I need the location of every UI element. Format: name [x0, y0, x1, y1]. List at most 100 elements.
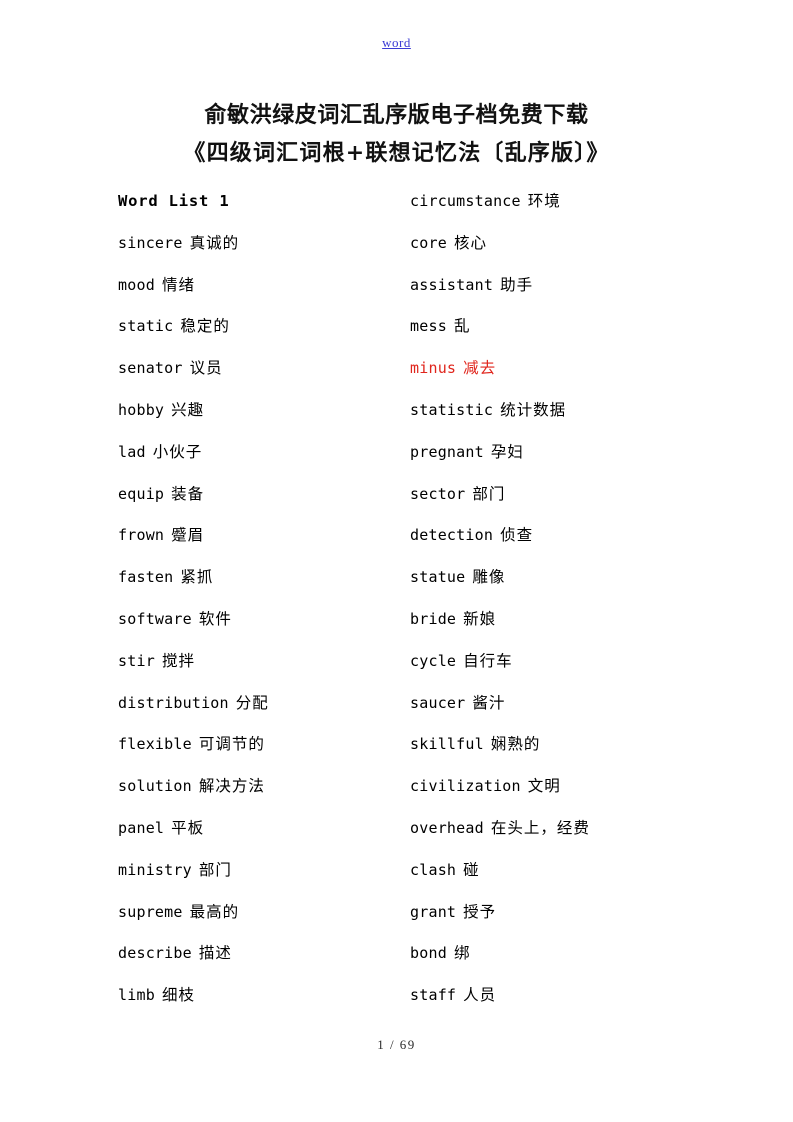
entry-gloss: 新娘 — [463, 609, 497, 628]
entry-gloss: 绑 — [453, 944, 471, 963]
entry-gloss: 文明 — [527, 777, 561, 796]
word-column-left: Word List 1 sincere 真诚的 mood 情绪 static 稳定的 sena… — [118, 186, 398, 1022]
entry-gloss: 统计数据 — [500, 400, 567, 419]
word-entry: detection 侦查 — [410, 520, 710, 562]
entry-gloss: 细枝 — [161, 986, 195, 1005]
entry-gloss: 乱 — [453, 317, 471, 336]
entry-term: bride — [410, 609, 457, 628]
entry-gloss: 解决方法 — [198, 777, 265, 796]
entry-term: limb — [118, 986, 155, 1005]
entry-term: Word List 1 — [118, 192, 230, 210]
entry-gloss: 小伙子 — [152, 442, 203, 461]
entry-gloss: 议员 — [189, 359, 223, 378]
entry-gloss: 兴趣 — [171, 400, 205, 419]
entry-term: minus — [410, 359, 457, 378]
document-title: 俞敏洪绿皮词汇乱序版电子档免费下载 《四级词汇词根+联想记忆法〔乱序版〕》 — [0, 96, 793, 172]
entry-gloss: 软件 — [198, 609, 232, 628]
entry-term: lad — [118, 442, 146, 461]
word-entry: minus 减去 — [410, 353, 710, 395]
entry-term: statistic — [410, 400, 494, 419]
entry-gloss: 部门 — [472, 484, 506, 503]
entry-gloss: 紧抓 — [180, 568, 214, 587]
entry-term: staff — [410, 986, 457, 1005]
word-entry: distribution 分配 — [118, 688, 398, 730]
word-entry: fasten 紧抓 — [118, 562, 398, 604]
entry-term: ministry — [118, 860, 192, 879]
entry-term: software — [118, 609, 192, 628]
entry-term: hobby — [118, 400, 165, 419]
entry-gloss: 真诚的 — [189, 233, 240, 252]
entry-term: bond — [410, 944, 447, 963]
entry-term: overhead — [410, 818, 484, 837]
title-line-2: 《四级词汇词根+联想记忆法〔乱序版〕》 — [183, 140, 610, 166]
word-entry: saucer 酱汁 — [410, 688, 710, 730]
word-column-right: circumstance 环境 core 核心 assistant 助手 mess 乱 minu… — [410, 186, 710, 1022]
entry-term: supreme — [118, 902, 183, 921]
word-entry: clash 碰 — [410, 855, 710, 897]
word-entry: hobby 兴趣 — [118, 395, 398, 437]
word-entry: staff 人员 — [410, 980, 710, 1022]
entry-term: grant — [410, 902, 457, 921]
word-entry: solution 解决方法 — [118, 771, 398, 813]
word-entry: circumstance 环境 — [410, 186, 710, 228]
entry-gloss: 部门 — [198, 860, 232, 879]
title-line-1: 俞敏洪绿皮词汇乱序版电子档免费下载 — [204, 102, 589, 128]
entry-gloss: 搅拌 — [161, 651, 195, 670]
entry-gloss: 侦查 — [500, 526, 534, 545]
entry-gloss: 蹙眉 — [171, 526, 205, 545]
word-entry: ministry 部门 — [118, 855, 398, 897]
word-entry: overhead 在头上，经费 — [410, 813, 710, 855]
entry-term: sincere — [118, 233, 183, 252]
entry-term: statue — [410, 568, 466, 587]
document-page: word 俞敏洪绿皮词汇乱序版电子档免费下载 《四级词汇词根+联想记忆法〔乱序版… — [0, 0, 793, 1122]
entry-term: distribution — [118, 693, 229, 712]
entry-term: describe — [118, 944, 192, 963]
word-entry: senator 议员 — [118, 353, 398, 395]
word-entry: assistant 助手 — [410, 270, 710, 312]
word-link[interactable]: word — [382, 35, 411, 50]
entry-gloss: 自行车 — [463, 651, 513, 670]
entry-gloss: 碰 — [463, 860, 480, 879]
word-entry: grant 授予 — [410, 897, 710, 939]
word-entry: core 核心 — [410, 228, 710, 270]
word-entry: static 稳定的 — [118, 311, 398, 353]
word-entry: mood 情绪 — [118, 270, 398, 312]
word-entry: equip 装备 — [118, 479, 398, 521]
entry-gloss: 核心 — [453, 233, 487, 252]
entry-term: skillful — [410, 735, 484, 754]
entry-term: saucer — [410, 693, 466, 712]
word-entry: civilization 文明 — [410, 771, 710, 813]
entry-gloss: 在头上，经费 — [490, 818, 590, 837]
entry-gloss: 娴熟的 — [490, 735, 541, 754]
entry-gloss: 减去 — [463, 359, 497, 378]
entry-term: assistant — [410, 275, 494, 294]
word-entry: describe 描述 — [118, 938, 398, 980]
entry-gloss: 人员 — [463, 986, 497, 1005]
entry-gloss: 装备 — [171, 484, 205, 503]
entry-gloss: 孕妇 — [490, 442, 524, 461]
entry-term: stir — [118, 651, 155, 670]
word-entry: mess 乱 — [410, 311, 710, 353]
entry-gloss: 可调节的 — [198, 735, 265, 754]
entry-term: mood — [118, 275, 155, 294]
word-entry: bond 绑 — [410, 938, 710, 980]
entry-term: mess — [410, 317, 447, 336]
entry-term: solution — [118, 777, 192, 796]
entry-term: fasten — [118, 568, 174, 587]
entry-gloss: 情绪 — [161, 275, 195, 294]
word-entry: sector 部门 — [410, 479, 710, 521]
entry-gloss: 描述 — [198, 944, 232, 963]
entry-gloss: 授予 — [463, 902, 497, 921]
entry-gloss: 助手 — [500, 275, 534, 294]
entry-gloss: 雕像 — [472, 568, 506, 587]
word-columns: Word List 1 sincere 真诚的 mood 情绪 static 稳定的 sena… — [0, 186, 793, 1016]
word-entry: lad 小伙子 — [118, 437, 398, 479]
entry-gloss: 酱汁 — [472, 693, 506, 712]
entry-term: sector — [410, 484, 466, 503]
word-list-heading: Word List 1 — [118, 186, 398, 228]
entry-term: civilization — [410, 777, 521, 796]
word-entry: statue 雕像 — [410, 562, 710, 604]
entry-term: flexible — [118, 735, 192, 754]
word-entry: sincere 真诚的 — [118, 228, 398, 270]
word-entry: limb 细枝 — [118, 980, 398, 1022]
